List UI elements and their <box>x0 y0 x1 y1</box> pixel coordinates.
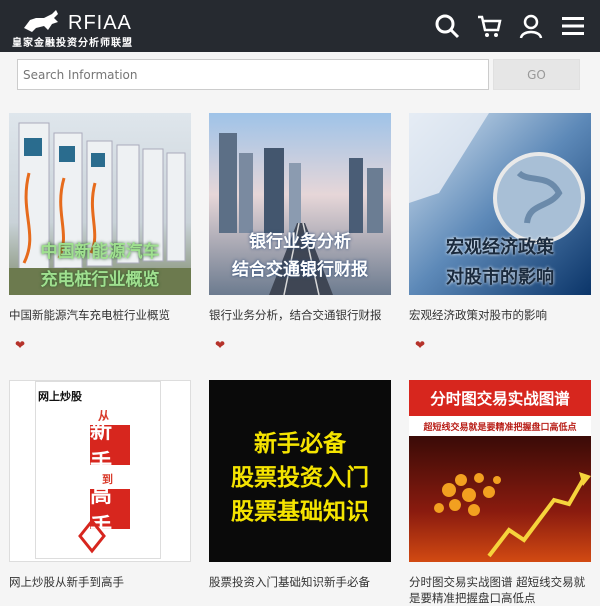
article-title[interactable]: 分时图交易实战图谱 超短线交易就是要精准把握盘口高低点 <box>409 574 591 606</box>
thumbnail-caption: 股票投资入门 <box>231 465 369 491</box>
article-thumbnail[interactable]: 宏观经济政策 对股市的影响 <box>409 113 591 295</box>
bull-logo-icon <box>24 10 58 32</box>
top-bar: RFIAA 皇家金融投资分析师联盟 <box>0 0 600 52</box>
article-title[interactable]: 中国新能源汽车充电桩行业概览 <box>9 307 191 339</box>
article-title[interactable]: 银行业务分析，结合交通银行财报 <box>209 307 391 339</box>
favorite-icon[interactable]: ❤ <box>215 338 229 352</box>
brand-name: RFIAA <box>68 12 132 34</box>
go-button[interactable]: GO <box>493 59 580 90</box>
user-icon[interactable] <box>518 13 544 39</box>
thumbnail-caption: 新手必备 <box>254 431 346 457</box>
article-thumbnail[interactable]: 分时图交易实战图谱 超短线交易就是要精准把握盘口高低点 <box>409 380 591 562</box>
thumbnail-caption: 充电桩行业概览 <box>40 270 160 290</box>
search-input[interactable] <box>17 59 489 90</box>
thumbnail-caption: 中国新能源汽车 <box>40 242 160 262</box>
article-title[interactable]: 股票投资入门基础知识新手必备 <box>209 574 391 606</box>
cart-icon[interactable] <box>476 13 502 39</box>
favorite-icon[interactable]: ❤ <box>415 338 429 352</box>
thumbnail-caption: 结合交通银行财报 <box>232 260 368 280</box>
article-thumbnail[interactable]: 网上炒股 从 新手 到 高手 <box>9 380 191 562</box>
thumbnail-caption: 宏观经济政策 <box>446 237 554 258</box>
thumbnail-caption: 银行业务分析 <box>249 232 351 252</box>
article-card[interactable]: 宏观经济政策 对股市的影响 宏观经济政策对股市的影响 ❤ <box>409 113 591 352</box>
article-title[interactable]: 网上炒股从新手到高手 <box>9 574 191 606</box>
article-card[interactable]: 新手必备 股票投资入门 股票基础知识 股票投资入门基础知识新手必备 <box>209 380 391 606</box>
article-thumbnail[interactable]: 银行业务分析 结合交通银行财报 <box>209 113 391 295</box>
article-card[interactable]: 银行业务分析 结合交通银行财报 银行业务分析，结合交通银行财报 ❤ <box>209 113 391 352</box>
search-icon[interactable] <box>434 13 460 39</box>
logo[interactable]: RFIAA 皇家金融投资分析师联盟 <box>10 6 150 49</box>
article-thumbnail[interactable]: 新手必备 股票投资入门 股票基础知识 <box>209 380 391 562</box>
article-title[interactable]: 宏观经济政策对股市的影响 <box>409 307 591 339</box>
thumbnail-caption: 股票基础知识 <box>231 499 369 525</box>
brand-subtitle: 皇家金融投资分析师联盟 <box>12 38 133 49</box>
thumbnail-caption: 对股市的影响 <box>446 267 554 288</box>
favorite-icon[interactable]: ❤ <box>15 338 29 352</box>
article-card[interactable]: 中国新能源汽车 充电桩行业概览 中国新能源汽车充电桩行业概览 ❤ <box>9 113 191 352</box>
menu-icon[interactable] <box>560 13 586 39</box>
article-card[interactable]: 分时图交易实战图谱 超短线交易就是要精准把握盘口高低点 分时图交易实战图谱 超短… <box>409 380 591 606</box>
article-card[interactable]: 网上炒股 从 新手 到 高手 网上炒股从新手到高手 <box>9 380 191 606</box>
article-thumbnail[interactable]: 中国新能源汽车 充电桩行业概览 <box>9 113 191 295</box>
